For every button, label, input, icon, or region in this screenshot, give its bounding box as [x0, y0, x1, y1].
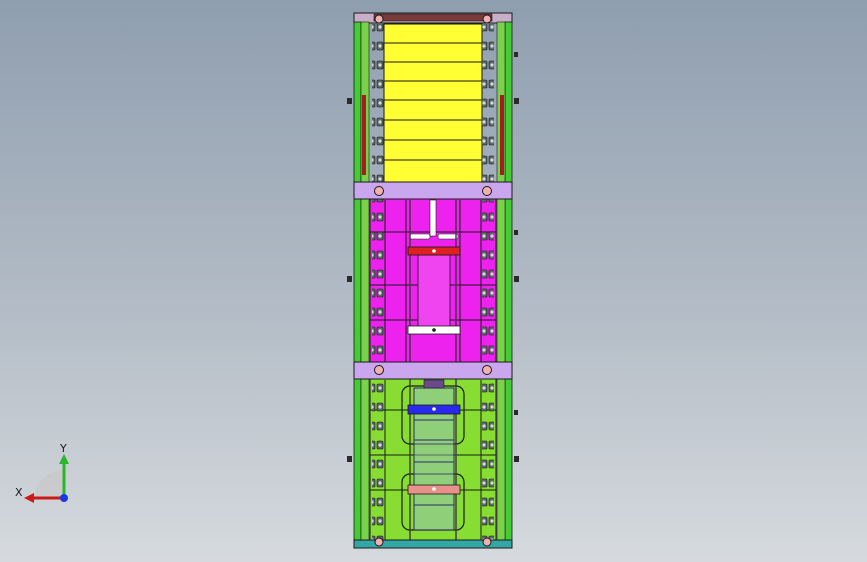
- upper-crossbar-right-pin: [482, 186, 492, 196]
- top-left-pin: [374, 14, 384, 24]
- bottom-left-pin: [374, 537, 384, 547]
- magenta-top-slot-left: [409, 233, 431, 240]
- green-top-block: [423, 379, 445, 389]
- magenta-center-panel: [417, 254, 451, 328]
- left-chain: [372, 24, 384, 540]
- left-red-strip: [362, 95, 366, 175]
- graphics-viewport[interactable]: Y X: [0, 0, 867, 562]
- lower-crossbar-left-pin: [374, 365, 384, 375]
- top-right-pin: [482, 14, 492, 24]
- coordinate-triad-icon: Y X: [12, 440, 82, 510]
- triad-graphic: [24, 454, 69, 503]
- triad-y-label: Y: [60, 442, 67, 455]
- triad-x-label: X: [15, 486, 23, 499]
- magenta-top-slot-right: [437, 233, 459, 240]
- cad-model[interactable]: [0, 0, 867, 562]
- lower-crossbar-right-pin: [482, 365, 492, 375]
- magenta-center-post: [429, 199, 437, 237]
- bottom-right-pin: [482, 537, 492, 547]
- top-frame-inner: [373, 13, 493, 22]
- yellow-section: [383, 23, 483, 183]
- right-red-strip: [500, 95, 504, 175]
- right-chain: [482, 24, 494, 540]
- right-outer-rail: [504, 21, 513, 545]
- upper-crossbar-left-pin: [374, 186, 384, 196]
- left-outer-rail: [353, 21, 362, 545]
